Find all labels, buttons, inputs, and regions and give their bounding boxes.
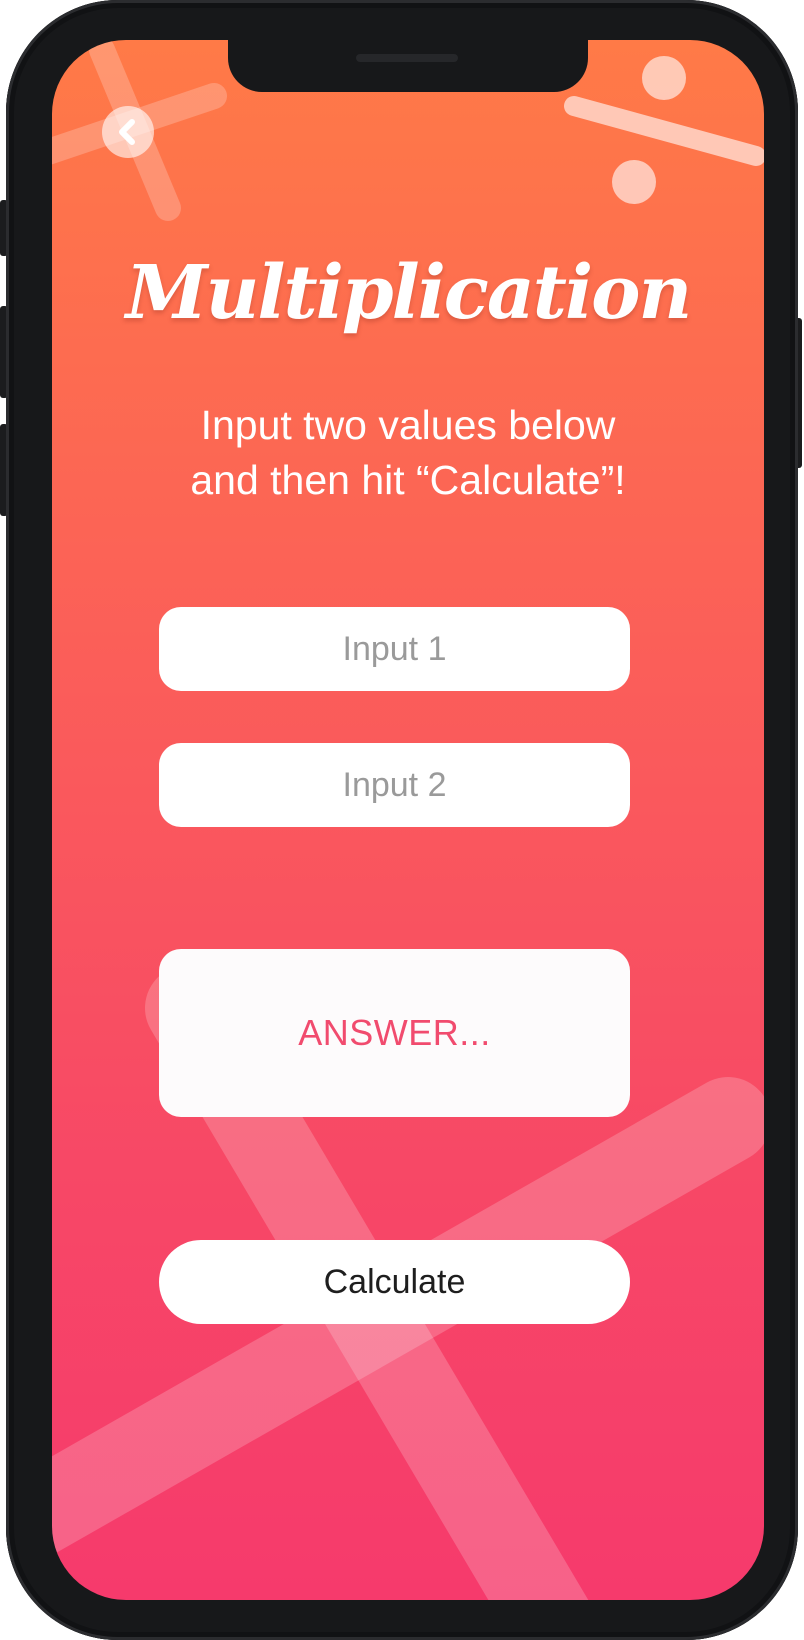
phone-frame: Multiplication Input two values below an… bbox=[6, 0, 798, 1640]
phone-mockup: Multiplication Input two values below an… bbox=[0, 0, 804, 1640]
app-screen: Multiplication Input two values below an… bbox=[52, 40, 764, 1600]
speaker-grille bbox=[356, 54, 458, 62]
calculate-button[interactable]: Calculate bbox=[159, 1240, 630, 1324]
answer-box: ANSWER... bbox=[159, 949, 630, 1117]
instructions-text: Input two values below and then hit “Cal… bbox=[190, 402, 626, 503]
answer-text: ANSWER... bbox=[298, 1012, 491, 1053]
page-title: Multiplication bbox=[125, 250, 693, 336]
notch bbox=[228, 40, 588, 92]
input-2-field[interactable] bbox=[159, 743, 630, 827]
divide-icon bbox=[564, 56, 764, 204]
chevron-left-icon bbox=[119, 119, 135, 145]
input-1-field[interactable] bbox=[159, 607, 630, 691]
back-button[interactable] bbox=[102, 106, 154, 158]
